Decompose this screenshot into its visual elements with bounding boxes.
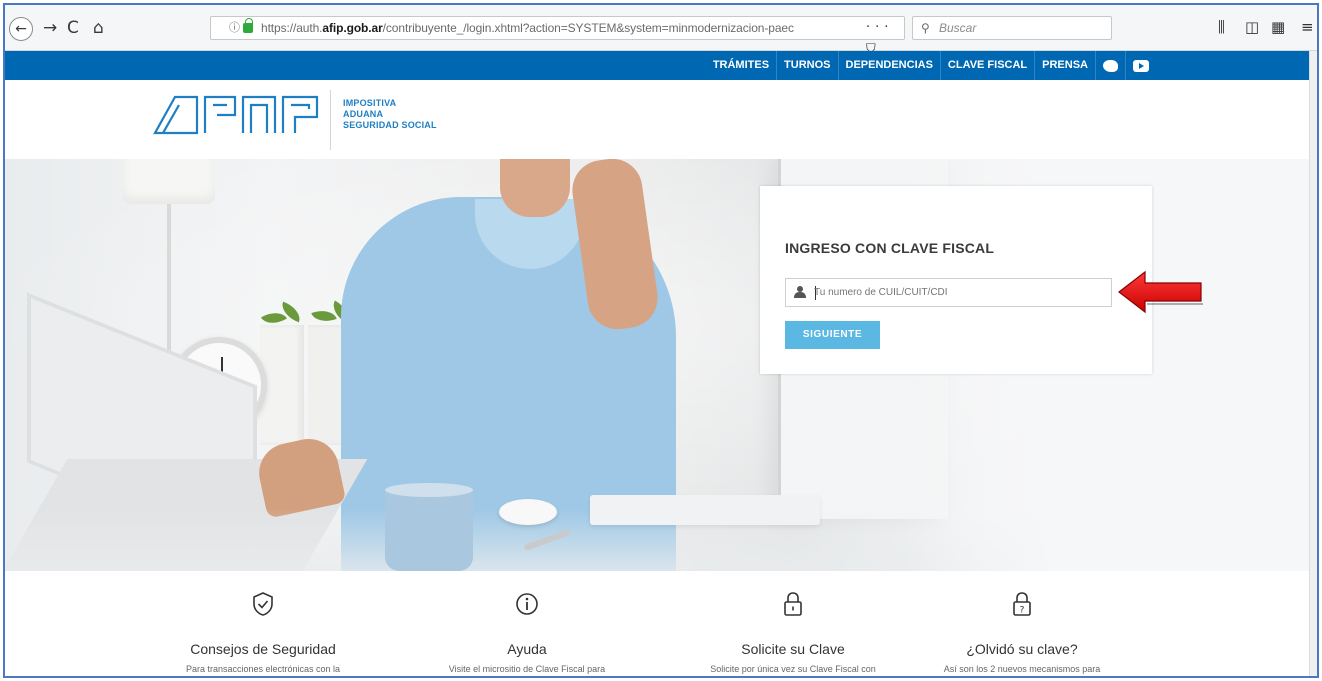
- logo-divider: [330, 90, 331, 150]
- nav-turnos[interactable]: TURNOS: [776, 51, 837, 80]
- shield-check-icon: [253, 592, 273, 616]
- lock-icon: [243, 18, 253, 33]
- cuit-input[interactable]: [814, 280, 1104, 305]
- feature-desc: Para transacciones electrónicas con la: [185, 664, 341, 674]
- reload-icon[interactable]: C: [67, 18, 79, 38]
- feature-title: Ayuda: [507, 641, 547, 657]
- feature-desc: Visite el micrositio de Clave Fiscal par…: [448, 664, 606, 674]
- login-title: INGRESO CON CLAVE FISCAL: [785, 240, 995, 256]
- svg-text:?: ?: [1020, 606, 1025, 616]
- url-bar[interactable]: ⓘ https://auth.afip.gob.ar/contribuyente…: [210, 16, 905, 79]
- nav-prensa[interactable]: PRENSA: [1034, 51, 1095, 80]
- siguiente-button[interactable]: SIGUIENTE: [785, 321, 880, 349]
- tagline-aduana: ADUANA: [343, 109, 384, 119]
- login-panel: INGRESO CON CLAVE FISCAL SIGUIENTE: [760, 186, 1152, 374]
- url-text[interactable]: https://auth.afip.gob.ar/contribuyente_/…: [261, 17, 794, 39]
- cuit-input-field[interactable]: [785, 278, 1112, 307]
- page-info-icon[interactable]: ⓘ: [229, 17, 240, 39]
- info-icon: [516, 593, 538, 615]
- browser-search-input[interactable]: ⚲ Buscar: [912, 16, 1112, 40]
- browser-toolbar: ← → C ⌂ ⓘ https://auth.afip.gob.ar/contr…: [5, 5, 1317, 79]
- lamp-shade: [123, 159, 215, 204]
- library-icon[interactable]: ⫼: [1218, 18, 1225, 36]
- person-neck: [500, 159, 570, 217]
- tagline-seguridad-social: SEGURIDAD SOCIAL: [343, 120, 437, 130]
- youtube-icon[interactable]: [1125, 51, 1156, 80]
- tagline-impositiva: IMPOSITIVA: [343, 98, 397, 108]
- page-scrollbar[interactable]: [1309, 51, 1317, 676]
- feature-desc: Así son los 2 nuevos mecanismos para: [943, 664, 1101, 674]
- keyboard: [590, 495, 820, 525]
- site-top-nav: TRÁMITES TURNOS DEPENDENCIAS CLAVE FISCA…: [5, 51, 1317, 80]
- mug: [385, 483, 473, 571]
- forward-icon[interactable]: →: [43, 18, 57, 38]
- logo-tagline: IMPOSITIVA ADUANA SEGURIDAD SOCIAL: [343, 98, 437, 131]
- red-arrow-annotation: [1118, 270, 1203, 314]
- feature-desc: Solicite por única vez su Clave Fiscal c…: [710, 664, 876, 674]
- lock-question-icon: ?: [1013, 592, 1031, 616]
- mouse: [499, 499, 557, 525]
- nav-tramites[interactable]: TRÁMITES: [706, 51, 776, 80]
- sidebar-icon[interactable]: ◫: [1245, 18, 1259, 36]
- feature-title: Consejos de Seguridad: [190, 641, 336, 657]
- nav-dependencias[interactable]: DEPENDENCIAS: [837, 51, 940, 80]
- menu-icon[interactable]: ≡: [1301, 18, 1314, 36]
- afip-logo[interactable]: [153, 95, 321, 135]
- feature-title: ¿Olvidó su clave?: [966, 641, 1078, 657]
- search-icon: ⚲: [921, 21, 930, 35]
- site-header: IMPOSITIVA ADUANA SEGURIDAD SOCIAL: [5, 80, 1317, 159]
- nav-clave-fiscal[interactable]: CLAVE FISCAL: [939, 51, 1034, 80]
- search-placeholder: Buscar: [939, 21, 977, 35]
- twitter-icon[interactable]: [1095, 51, 1125, 80]
- screenshot-frame: ← → C ⌂ ⓘ https://auth.afip.gob.ar/contr…: [3, 3, 1319, 678]
- user-icon: [794, 286, 806, 298]
- feature-title: Solicite su Clave: [741, 641, 845, 657]
- extension-icon[interactable]: ▦: [1271, 18, 1285, 36]
- back-icon[interactable]: ←: [9, 17, 33, 41]
- features-section: Consejos de Seguridad Para transacciones…: [5, 571, 1317, 676]
- lock-icon: [784, 592, 802, 616]
- home-icon[interactable]: ⌂: [93, 18, 104, 38]
